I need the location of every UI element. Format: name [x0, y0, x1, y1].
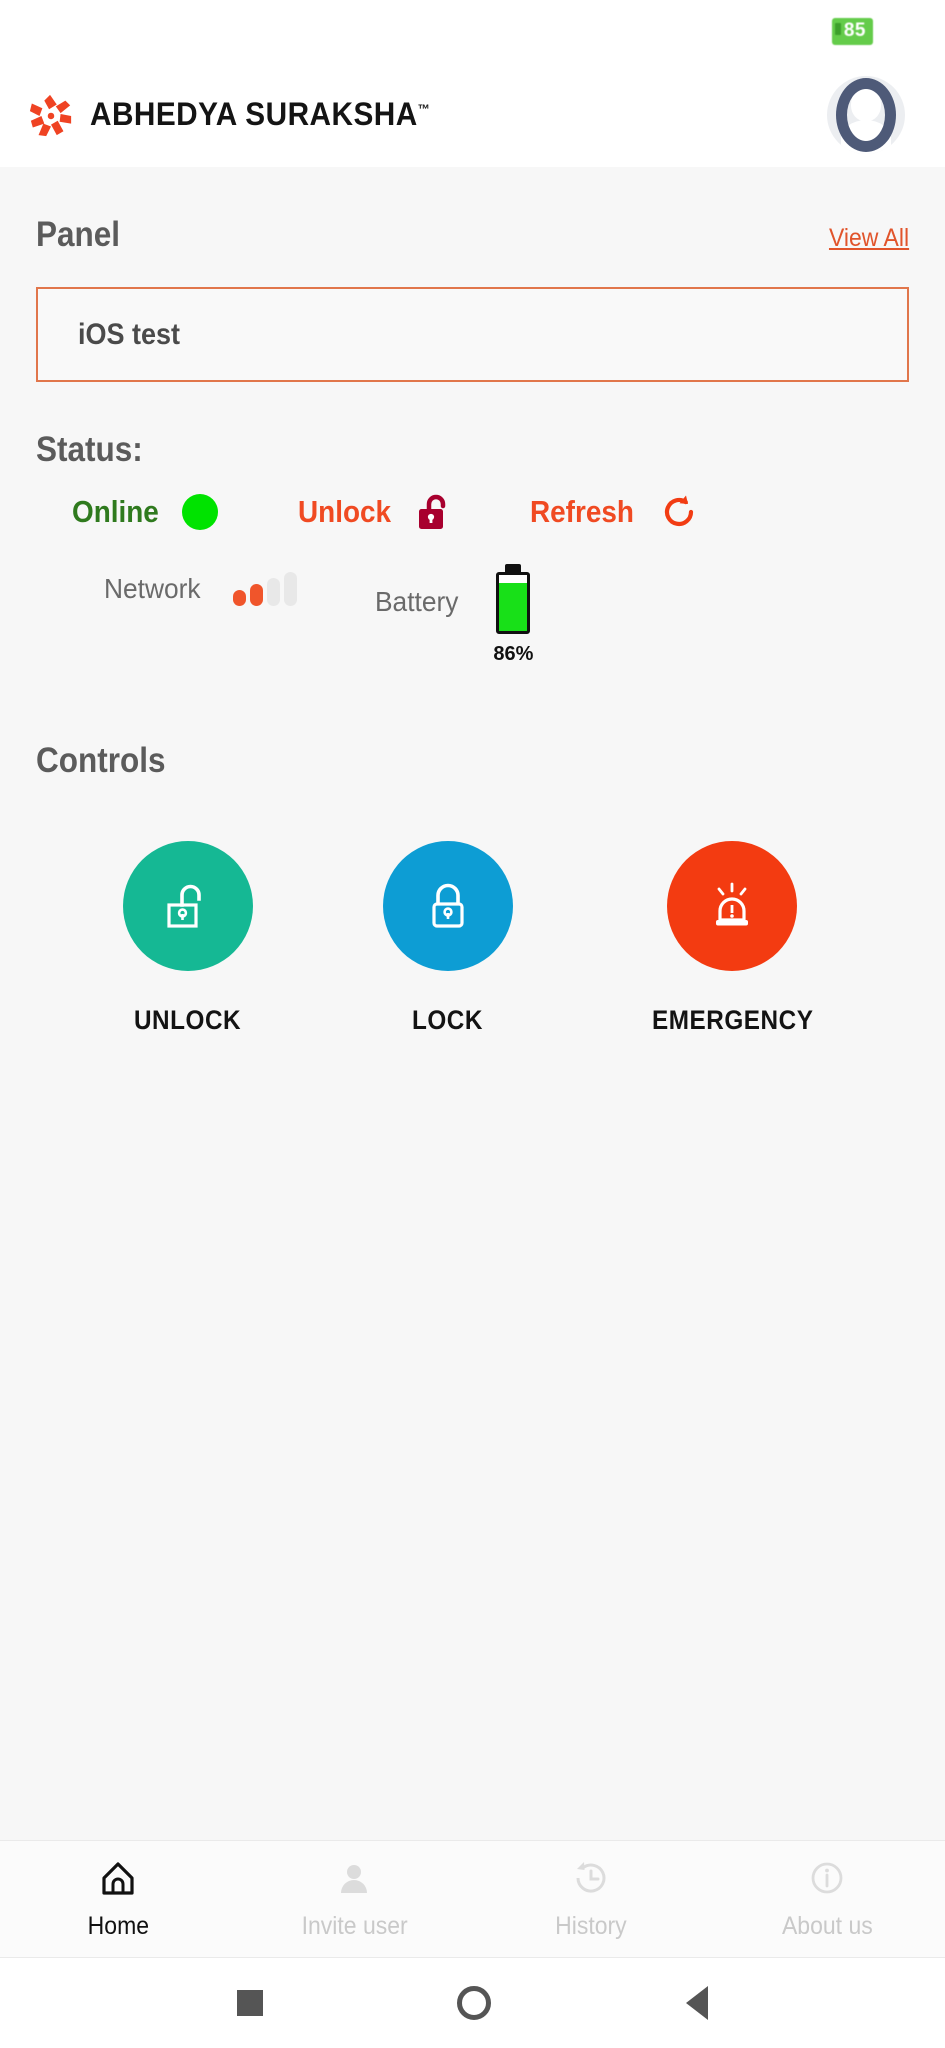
controls-row: UNLOCK LOCK EMERGENCY: [36, 841, 909, 1036]
battery-fill: [499, 582, 528, 631]
app-title-text: ABHEDYA SURAKSHA: [90, 96, 418, 132]
battery-percent-label: 86%: [493, 643, 534, 665]
status-lock-label: Unlock: [298, 494, 392, 529]
closed-padlock-icon: [432, 883, 464, 928]
signal-bar-3: [266, 578, 280, 606]
app-screen: 85 ABHEDYA SURAKSHA™ Panel View All iOS …: [0, 0, 945, 2048]
unlock-button[interactable]: [122, 841, 253, 971]
status-connection-label: Online: [72, 494, 159, 529]
status-title: Status:: [36, 430, 143, 469]
emergency-button-label: EMERGENCY: [651, 1005, 814, 1035]
status-battery-label: Battery: [374, 586, 459, 617]
open-padlock-icon: [416, 492, 452, 532]
status-network: Network: [104, 572, 297, 606]
refresh-icon[interactable]: [659, 492, 699, 532]
view-all-link[interactable]: View All: [829, 224, 909, 253]
signal-bar-4: [283, 572, 297, 606]
main-content: Panel View All iOS test Status: Online U…: [0, 167, 945, 1840]
avatar[interactable]: [827, 75, 905, 154]
open-padlock-icon: [167, 884, 201, 928]
signal-bar-2: [249, 584, 263, 606]
starburst-logo-icon: [28, 92, 74, 138]
nav-item-home[interactable]: Home: [0, 1858, 236, 1941]
status-network-label: Network: [104, 573, 201, 604]
square-recents-icon[interactable]: [237, 1990, 264, 2016]
trademark-symbol: ™: [417, 101, 431, 117]
nav-label-about-us: About us: [781, 1911, 873, 1940]
nav-label-invite-user: Invite user: [301, 1911, 408, 1940]
clock-history-icon: [571, 1858, 611, 1903]
person-icon: [334, 1858, 374, 1903]
battery-icon: [496, 572, 531, 634]
triangle-back-icon[interactable]: [685, 1986, 708, 2020]
system-status-bar: 85: [0, 0, 945, 62]
android-system-nav: [0, 1958, 945, 2048]
bottom-navigation: Home Invite user History About us: [0, 1840, 945, 1958]
status-refresh[interactable]: Refresh: [530, 492, 699, 532]
selected-panel-card[interactable]: iOS test: [36, 287, 909, 382]
status-row-secondary: Network Battery 86%: [36, 572, 909, 666]
green-dot-icon: [182, 494, 219, 530]
lock-button-label: LOCK: [412, 1005, 484, 1035]
unlock-button-label: UNLOCK: [134, 1005, 242, 1035]
nav-item-history[interactable]: History: [473, 1858, 709, 1941]
signal-bars-icon: [232, 572, 297, 606]
panel-header: Panel View All: [36, 167, 909, 255]
info-circle-icon: [807, 1858, 847, 1903]
lock-button[interactable]: [382, 841, 513, 971]
status-row-primary: Online Unlock Refresh: [36, 492, 909, 532]
emergency-control[interactable]: EMERGENCY: [643, 841, 822, 1036]
circle-home-icon[interactable]: [457, 1986, 492, 2020]
nav-item-invite-user[interactable]: Invite user: [236, 1858, 472, 1941]
lock-control[interactable]: LOCK: [382, 841, 513, 1036]
signal-bar-1: [232, 590, 246, 606]
status-refresh-label: Refresh: [529, 494, 634, 529]
brand: ABHEDYA SURAKSHA™: [28, 92, 456, 138]
emergency-button[interactable]: [667, 841, 798, 971]
nav-item-about-us[interactable]: About us: [709, 1858, 945, 1941]
app-title: ABHEDYA SURAKSHA™: [90, 96, 430, 133]
avatar-ring: [836, 77, 896, 152]
siren-alarm-icon: [716, 882, 749, 926]
battery-indicator: 86%: [493, 572, 533, 666]
nav-label-history: History: [554, 1911, 627, 1940]
status-lock-state: Unlock: [298, 492, 451, 532]
system-battery-badge: 85: [831, 17, 873, 45]
home-icon: [98, 1858, 138, 1903]
nav-label-home: Home: [87, 1911, 149, 1940]
status-battery: Battery 86%: [374, 572, 533, 666]
unlock-control[interactable]: UNLOCK: [122, 841, 253, 1036]
panel-title: Panel: [36, 215, 121, 254]
app-header: ABHEDYA SURAKSHA™: [0, 62, 945, 167]
status-connection: Online: [72, 494, 219, 530]
controls-title: Controls: [36, 741, 166, 780]
selected-panel-name: iOS test: [78, 317, 181, 351]
